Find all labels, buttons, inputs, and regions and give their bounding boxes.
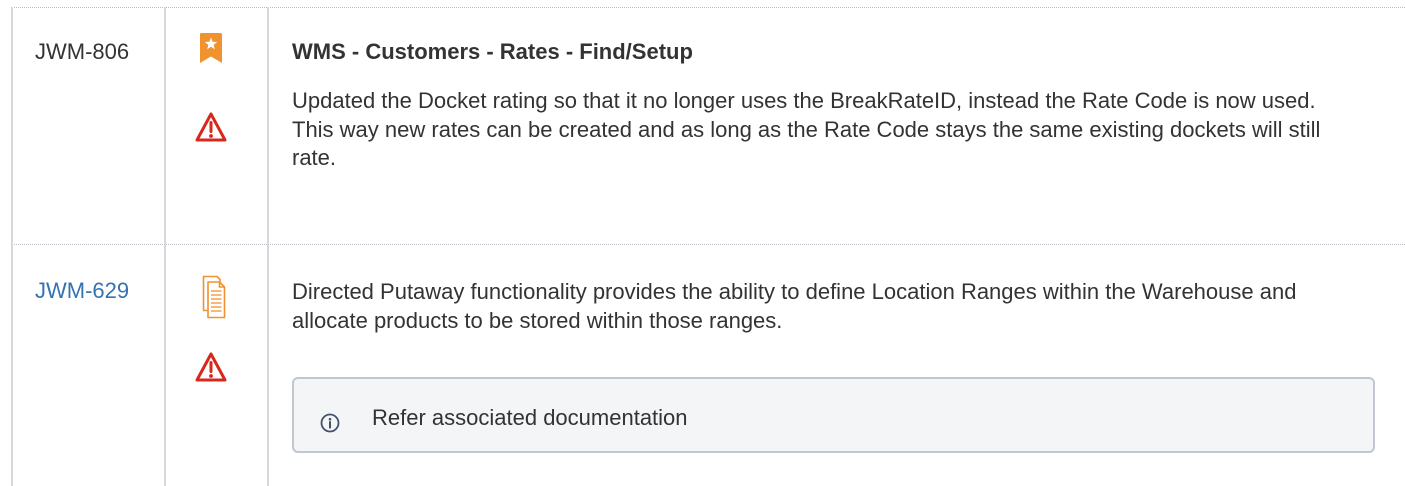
- issue-description-cell: WMS - Customers - Rates - Find/Setup Upd…: [268, 8, 1405, 244]
- info-panel-text: Refer associated documentation: [372, 405, 688, 430]
- issue-icons-cell: [165, 8, 268, 244]
- document-icon: [202, 275, 226, 319]
- warning-icon: [195, 111, 227, 143]
- release-notes-table: JWM-806 WMS - Customers - Rates - Find/S…: [0, 0, 1405, 486]
- info-icon: [320, 413, 340, 433]
- issue-key-cell: JWM-629: [12, 245, 165, 486]
- table-row: JWM-806 WMS - Customers - Rates - Find/S…: [0, 8, 1405, 244]
- issue-key-cell: JWM-806: [12, 8, 165, 244]
- issue-description: Directed Putaway functionality provides …: [292, 279, 1297, 333]
- issue-description: Updated the Docket rating so that it no …: [292, 88, 1321, 170]
- info-panel: Refer associated documentation: [292, 377, 1375, 453]
- issue-key: JWM-806: [35, 39, 130, 64]
- warning-icon: [195, 351, 227, 383]
- issue-key-link[interactable]: JWM-629: [35, 277, 129, 305]
- issue-icons-cell: [165, 245, 268, 486]
- issue-title: WMS - Customers - Rates - Find/Setup: [292, 39, 693, 64]
- star-bookmark-icon: [200, 33, 222, 63]
- issue-description-cell: Directed Putaway functionality provides …: [268, 245, 1405, 486]
- table-row: JWM-629 Directed Putaway functionality p…: [0, 245, 1405, 486]
